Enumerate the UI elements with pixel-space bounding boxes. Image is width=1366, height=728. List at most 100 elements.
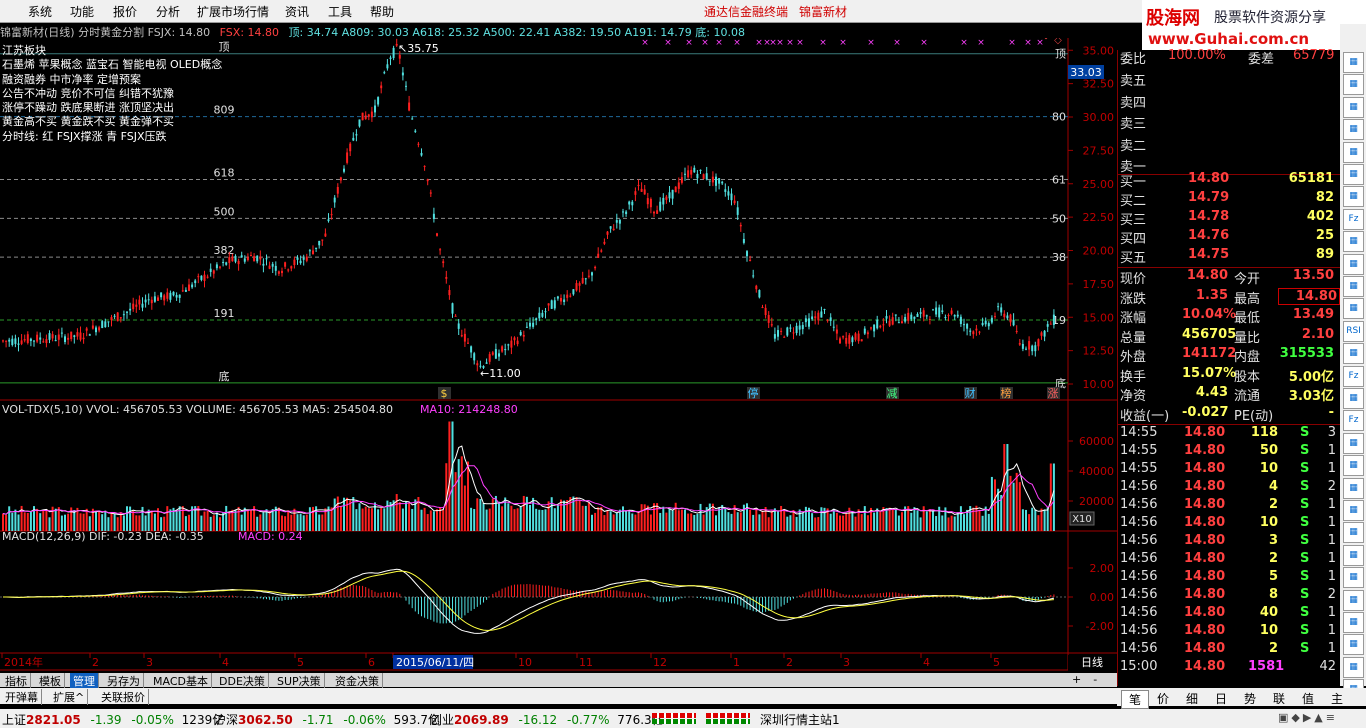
tick-row[interactable]: 14:56 14.80 3 S 1 — [1118, 533, 1340, 551]
quote-panel-tab[interactable]: 笔 — [1121, 690, 1149, 709]
toolbar-button-icon[interactable]: ▦ — [1343, 589, 1364, 611]
sell-row[interactable]: 卖四 — [1118, 92, 1340, 111]
menu-terminal-link[interactable]: 通达信金融终端 — [704, 3, 788, 20]
toolbar-button-icon[interactable]: ▦ — [1343, 567, 1364, 589]
toolbar-button-icon[interactable]: ▦ — [1343, 96, 1364, 118]
toolbar-button-icon[interactable]: ▦ — [1343, 656, 1364, 678]
quote-panel-tab[interactable]: 价 — [1150, 690, 1176, 707]
indicator-tab[interactable]: 模板 — [36, 673, 65, 689]
toolbar-button-icon[interactable]: ▦ — [1343, 634, 1364, 656]
toolbar-button-icon[interactable]: ▦ — [1343, 231, 1364, 253]
status-sh[interactable]: 上证2821.05 -1.39 -0.05% 1239亿 — [2, 711, 224, 728]
tick-row[interactable]: 14:56 14.80 10 S 1 — [1118, 623, 1340, 641]
status-sz[interactable]: 沪深3062.50 -1.71 -0.06% 593.7亿 — [214, 711, 440, 728]
menu-stock-link[interactable]: 锦富新材 — [799, 3, 847, 20]
quote-panel-tab[interactable]: 主 — [1324, 690, 1350, 707]
indicator-tab[interactable]: MACD基本 — [150, 673, 212, 689]
tick-row[interactable]: 14:56 14.80 8 S 2 — [1118, 587, 1340, 605]
toolbar-button-icon[interactable]: ▦ — [1343, 119, 1364, 141]
tick-row[interactable]: 14:55 14.80 118 S 3 — [1118, 425, 1340, 443]
stat-row[interactable]: 现价 14.80 今开 13.50 — [1118, 268, 1340, 287]
sell-row[interactable]: 卖五 — [1118, 70, 1340, 89]
tick-row[interactable]: 14:56 14.80 2 S 1 — [1118, 551, 1340, 569]
toolbar-button-icon[interactable]: Fz — [1343, 365, 1364, 387]
menu-tools[interactable]: 工具 — [328, 3, 352, 20]
toolbar-button-icon[interactable]: ▦ — [1343, 343, 1364, 365]
indicator-tab[interactable]: SUP决策 — [274, 673, 325, 689]
stat-row[interactable]: 总量 456705 量比 2.10 — [1118, 327, 1340, 346]
toolbar-button-icon[interactable]: ▦ — [1343, 141, 1364, 163]
toolbar-button-icon[interactable]: ▦ — [1343, 432, 1364, 454]
tick-row[interactable]: 14:56 14.80 10 S 1 — [1118, 515, 1340, 533]
stat-row[interactable]: 换手 15.07% 股本 5.00亿 — [1118, 366, 1340, 385]
tick-row[interactable]: 14:56 14.80 5 S 1 — [1118, 569, 1340, 587]
toolbar-button-icon[interactable]: ▦ — [1343, 52, 1364, 73]
menu-ext-market[interactable]: 扩展市场行情 — [197, 3, 269, 20]
tick-row[interactable]: 14:56 14.80 2 S 1 — [1118, 641, 1340, 659]
committee-row[interactable]: 委比 100.00% 委差 65779 — [1118, 48, 1340, 67]
tick-row[interactable]: 14:55 14.80 50 S 1 — [1118, 443, 1340, 461]
toolbar-button-icon[interactable]: ▦ — [1343, 276, 1364, 297]
toolbar-button-icon[interactable]: Fz — [1343, 410, 1364, 432]
toolbar-button-icon[interactable]: ▦ — [1343, 500, 1364, 521]
secondary-tab[interactable]: 关联报价 — [98, 689, 149, 705]
secondary-tab[interactable]: 开弹幕 — [2, 689, 42, 705]
toolbar-button-icon[interactable]: ▦ — [1343, 522, 1364, 544]
menu-quote[interactable]: 报价 — [113, 3, 137, 20]
toolbar-button-icon[interactable]: ▦ — [1343, 612, 1364, 633]
indicator-tab[interactable]: DDE决策 — [216, 673, 269, 689]
tick-row[interactable]: 14:56 14.80 2 S 1 — [1118, 497, 1340, 515]
toolbar-button-icon[interactable]: ▦ — [1343, 388, 1364, 409]
indicator-tab[interactable]: 指标 — [2, 673, 31, 689]
status-cy[interactable]: 创业2069.89 -16.12 -0.77% 776.3亿 — [430, 711, 664, 728]
secondary-tab[interactable]: 扩展^ — [50, 689, 89, 705]
buy-row[interactable]: 买二 14.79 82 — [1118, 190, 1340, 209]
buy-row[interactable]: 买五 14.75 89 — [1118, 247, 1340, 266]
toolbar-button-icon[interactable]: ▦ — [1343, 164, 1364, 185]
quote-panel-tab[interactable]: 联 — [1266, 690, 1292, 707]
tick-row[interactable]: 14:56 14.80 40 S 1 — [1118, 605, 1340, 623]
toolbar-button-icon[interactable]: RSI — [1343, 320, 1364, 342]
volume-bar — [587, 502, 590, 531]
quote-panel-tab[interactable]: 日 — [1208, 690, 1234, 707]
menu-analysis[interactable]: 分析 — [156, 3, 180, 20]
tick-row[interactable]: 14:56 14.80 4 S 2 — [1118, 479, 1340, 497]
tick-row[interactable]: 14:55 14.80 10 S 1 — [1118, 461, 1340, 479]
toolbar-button-icon[interactable]: ▦ — [1343, 544, 1364, 566]
menu-help[interactable]: 帮助 — [370, 3, 394, 20]
menu-function[interactable]: 功能 — [70, 3, 94, 20]
tick-row[interactable]: 15:00 14.80 1581 42 — [1118, 659, 1340, 677]
toolbar-button-icon[interactable]: ▦ — [1343, 74, 1364, 96]
quote-panel-tab[interactable]: 细 — [1179, 690, 1205, 707]
indicator-tab[interactable]: 资金决策 — [332, 673, 383, 689]
toolbar-button-icon[interactable]: ▦ — [1343, 253, 1364, 275]
buy-row[interactable]: 买四 14.76 25 — [1118, 228, 1340, 247]
volume-axis-label: 60000 — [1079, 435, 1114, 448]
stat-row[interactable]: 涨幅 10.04% 最低 13.49 — [1118, 307, 1340, 326]
toolbar-button-icon[interactable]: ▦ — [1343, 477, 1364, 499]
toolbar-button-icon[interactable]: ▦ — [1343, 455, 1364, 477]
stat-row[interactable]: 净资 4.43 流通 3.03亿 — [1118, 385, 1340, 404]
tick-side: S — [1300, 623, 1310, 638]
candle-body — [1046, 324, 1049, 327]
menu-news[interactable]: 资讯 — [285, 3, 309, 20]
toolbar-button-icon[interactable]: ▦ — [1343, 186, 1364, 208]
volume-bar — [959, 506, 962, 531]
sell-row[interactable]: 卖三 — [1118, 113, 1340, 132]
toolbar-button-icon[interactable]: Fz — [1343, 208, 1364, 230]
legend-line: 融资融券 中市净率 定增预案 — [2, 72, 141, 86]
sell-row[interactable]: 卖二 — [1118, 135, 1340, 154]
toolbar-button-icon[interactable]: ▦ — [1343, 298, 1364, 320]
buy-row[interactable]: 买一 14.80 65181 — [1118, 171, 1340, 190]
menu-system[interactable]: 系统 — [28, 3, 52, 20]
stat-row[interactable]: 外盘 141172 内盘 315533 — [1118, 346, 1340, 365]
stat-row[interactable]: 涨跌 1.35 最高 14.80 — [1118, 287, 1340, 307]
server-site[interactable]: 深圳行情主站1 — [760, 711, 840, 728]
quote-panel-tab[interactable]: 势 — [1237, 690, 1263, 707]
candle-body — [950, 310, 953, 314]
indicator-tab[interactable]: 另存为 — [104, 673, 144, 689]
stat-row[interactable]: 收益(一) -0.027 PE(动) - — [1118, 405, 1340, 424]
indicator-tab[interactable]: 管理 — [70, 673, 99, 689]
buy-row[interactable]: 买三 14.78 402 — [1118, 209, 1340, 228]
quote-panel-tab[interactable]: 值 — [1295, 690, 1321, 707]
